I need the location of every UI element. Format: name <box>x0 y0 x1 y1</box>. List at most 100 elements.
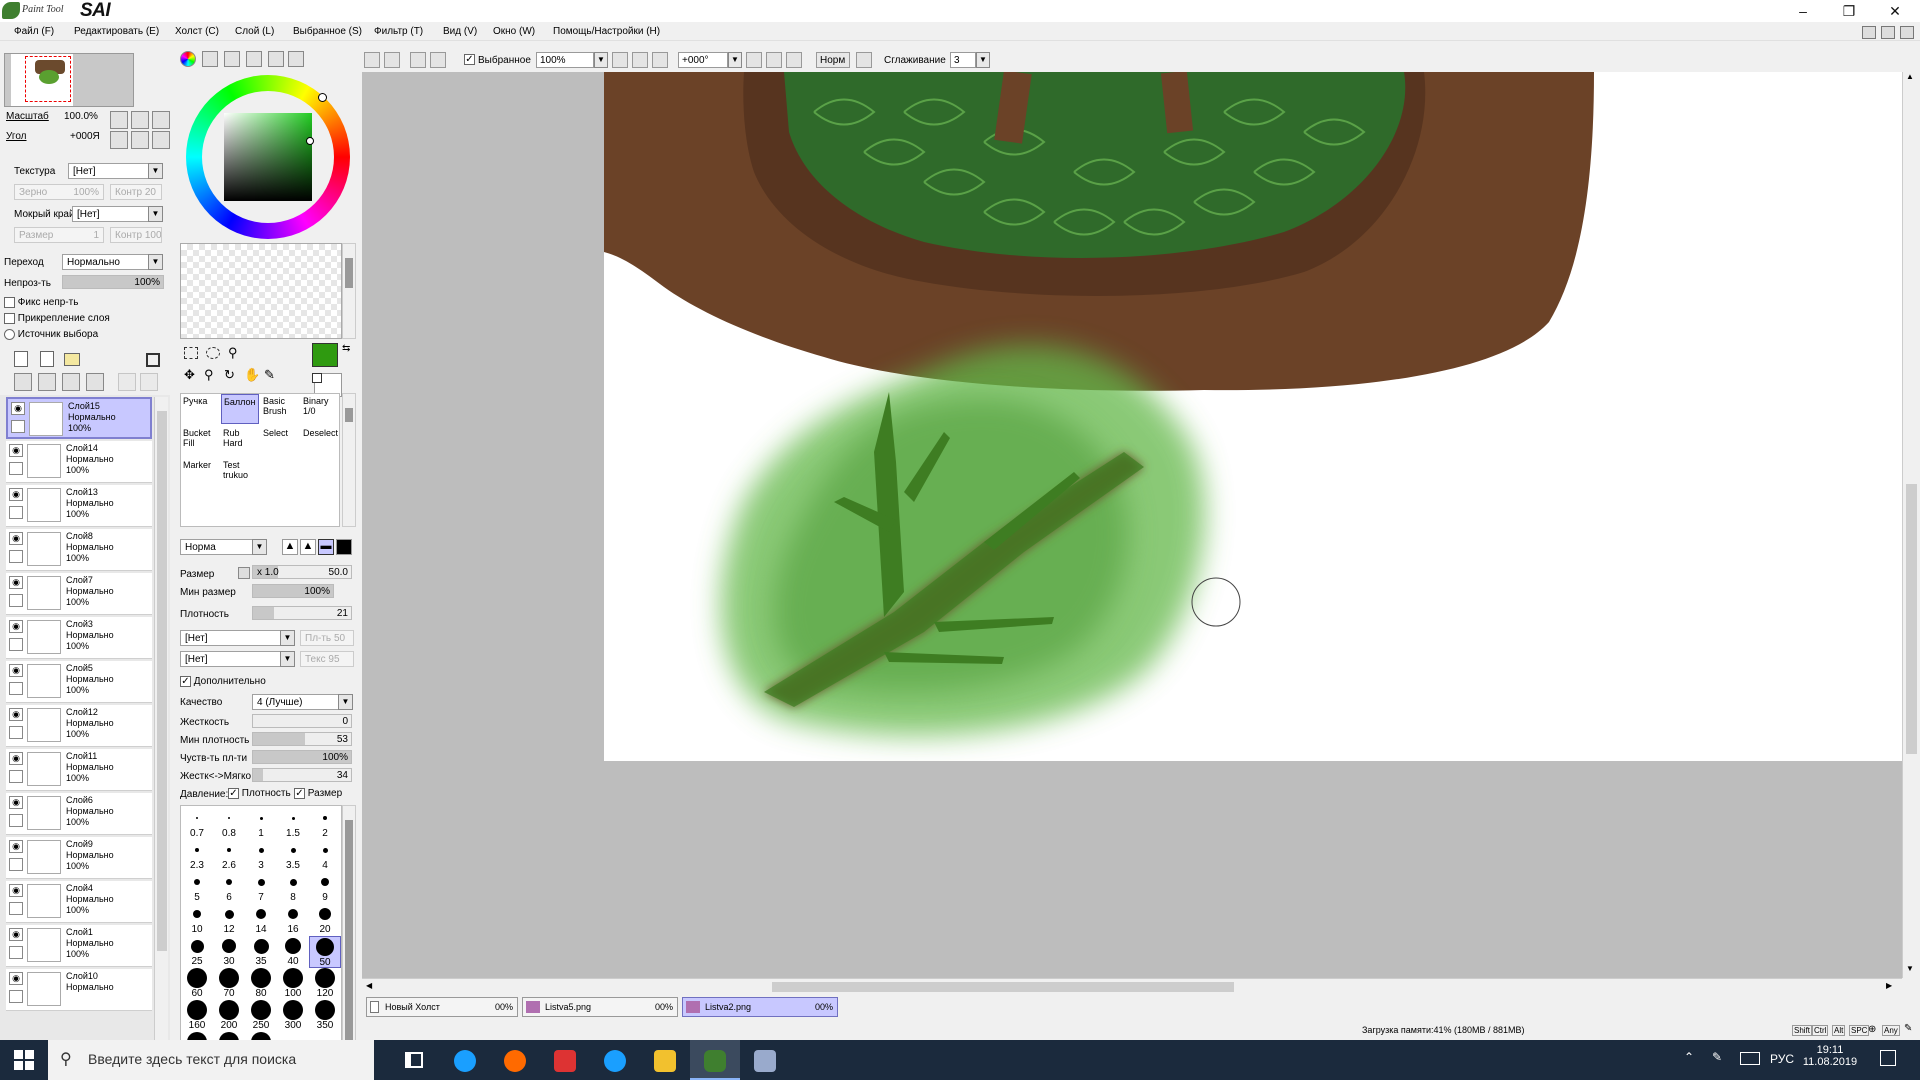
hsv-slider-mode-icon[interactable] <box>224 51 240 67</box>
brush-tool-8[interactable]: Marker <box>181 458 219 488</box>
hard-soft-slider[interactable]: 34 <box>252 768 352 782</box>
layer-lock-icon[interactable] <box>9 858 23 871</box>
selection-source-checkbox[interactable]: Источник выбора <box>4 329 98 340</box>
zoom-reset-icon[interactable] <box>652 52 668 68</box>
keyboard-tray-icon[interactable] <box>1740 1052 1760 1065</box>
brush-size-preset[interactable]: 4 <box>309 840 341 872</box>
brush-size-preset[interactable]: 300 <box>277 1000 309 1032</box>
firefox-icon[interactable] <box>504 1050 526 1072</box>
layer-row[interactable]: ◉ Слой4 Нормально 100% <box>6 881 152 923</box>
transparent-color-icon[interactable] <box>312 373 322 383</box>
layer-visibility-icon[interactable]: ◉ <box>9 928 23 941</box>
min-size-slider[interactable]: 100% <box>252 584 334 598</box>
color-square[interactable] <box>224 113 312 201</box>
brush-shape1-field[interactable]: [Нет] <box>180 630 292 646</box>
brush-size-preset[interactable]: 160 <box>181 1000 213 1032</box>
brush-texture-dropdown[interactable]: ▼ <box>280 651 295 667</box>
brush-tool-0[interactable]: Ручка <box>181 394 219 424</box>
brush-size-preset[interactable]: 35 <box>245 936 277 968</box>
deselect-icon[interactable] <box>410 52 426 68</box>
selection-checkbox[interactable] <box>464 54 475 65</box>
drawing-canvas[interactable] <box>604 72 1902 761</box>
min-density-slider[interactable]: 53 <box>252 732 352 746</box>
smoothing-dropdown[interactable]: ▼ <box>976 52 990 68</box>
scratchpad-mode-icon[interactable] <box>288 51 304 67</box>
paint-app-icon[interactable] <box>754 1050 776 1072</box>
scroll-down-icon[interactable]: ▼ <box>1906 964 1914 973</box>
brush-size-preset[interactable]: 60 <box>181 968 213 1000</box>
brush-size-preset[interactable]: 0.8 <box>213 808 245 840</box>
hand-icon[interactable]: ✋ <box>244 367 260 383</box>
brush-size-preset[interactable]: 120 <box>309 968 341 1000</box>
tool-grid-scrollbar[interactable] <box>342 393 356 527</box>
brush-size-preset[interactable]: 5 <box>181 872 213 904</box>
magic-wand-icon[interactable]: ⚲ <box>228 345 238 361</box>
layer-scrollbar[interactable] <box>154 397 168 1047</box>
scroll-up-icon[interactable]: ▲ <box>1906 72 1914 81</box>
invert-selection-icon[interactable] <box>430 52 446 68</box>
density-slider[interactable]: 21 <box>252 606 352 620</box>
texture-field[interactable]: [Нет] <box>68 163 156 179</box>
opacity-slider[interactable]: 100% <box>62 275 164 289</box>
layer-visibility-icon[interactable]: ◉ <box>9 444 23 457</box>
brush-size-preset[interactable]: 9 <box>309 872 341 904</box>
layer-visibility-icon[interactable]: ◉ <box>9 620 23 633</box>
layer-lock-icon[interactable] <box>9 506 23 519</box>
layer-row[interactable]: ◉ Слой8 Нормально 100% <box>6 529 152 571</box>
close-button[interactable]: ✕ <box>1872 0 1918 22</box>
brush-tool-9[interactable]: Test trukuo <box>221 458 259 488</box>
brush-size-preset[interactable]: 1 <box>245 808 277 840</box>
doc-tab-new-canvas[interactable]: Новый Холст 00% <box>366 997 518 1017</box>
layer-lock-icon[interactable] <box>11 420 25 433</box>
nav-rotate-left-icon[interactable] <box>110 131 128 149</box>
brush-size-preset[interactable]: 200 <box>213 1000 245 1032</box>
menu-edit[interactable]: Редактировать (E) <box>74 26 159 37</box>
layer-visibility-icon[interactable]: ◉ <box>9 840 23 853</box>
merge-down-icon[interactable] <box>38 373 56 391</box>
brush-size-preset[interactable]: 10 <box>181 904 213 936</box>
brush-size-preset[interactable]: 80 <box>245 968 277 1000</box>
steam2-icon[interactable] <box>604 1050 626 1072</box>
canvas-hscroll[interactable]: ◀ ▶ <box>362 978 1902 994</box>
menu-file[interactable]: Файл (F) <box>14 26 54 37</box>
brush-tool-2[interactable]: Basic Brush <box>261 394 299 424</box>
layer-visibility-icon[interactable]: ◉ <box>9 488 23 501</box>
scratchpad-scrollbar[interactable] <box>342 243 356 339</box>
brush-size-preset[interactable]: 7 <box>245 872 277 904</box>
brush-mode-field[interactable]: Норма <box>180 539 254 555</box>
layer-visibility-icon[interactable]: ◉ <box>9 532 23 545</box>
layer-visibility-icon[interactable]: ◉ <box>9 972 23 985</box>
brush-size-preset[interactable]: 3 <box>245 840 277 872</box>
layer-row[interactable]: ◉ Слой6 Нормально 100% <box>6 793 152 835</box>
nav-rotate-reset-icon[interactable] <box>152 131 170 149</box>
zoom-icon[interactable]: ⚲ <box>204 367 214 383</box>
brush-tool-5[interactable]: Rub Hard <box>221 426 259 456</box>
layer-row[interactable]: ◉ Слой3 Нормально 100% <box>6 617 152 659</box>
rotate-icon[interactable]: ↻ <box>224 367 235 383</box>
brush-size-preset[interactable]: 2 <box>309 808 341 840</box>
brush-size-scrollbar[interactable] <box>342 805 356 1055</box>
color-wheel-mode-icon[interactable] <box>180 51 196 67</box>
smoothing-field[interactable]: 3 <box>950 52 976 68</box>
clear-layer-icon[interactable] <box>62 373 80 391</box>
doc-tab-listva2[interactable]: Listva2.png 00% <box>682 997 838 1017</box>
brush-size-preset[interactable]: 100 <box>277 968 309 1000</box>
brush-tool-1[interactable]: Баллон <box>221 394 259 424</box>
menu-filter[interactable]: Фильтр (T) <box>374 26 423 37</box>
brush-size-preset[interactable]: 25 <box>181 936 213 968</box>
zoom-field[interactable]: 100% <box>536 52 594 68</box>
blend-field[interactable]: Нормально <box>62 254 156 270</box>
primary-color-swatch[interactable] <box>312 343 338 367</box>
layer-visibility-icon[interactable]: ◉ <box>9 664 23 677</box>
tray-chevron-icon[interactable]: ⌃ <box>1684 1050 1694 1064</box>
brush-shape3-icon[interactable]: ▬ <box>318 539 334 555</box>
brush-tool-3[interactable]: Binary 1/0 <box>301 394 339 424</box>
wet-edge-dropdown[interactable]: ▼ <box>148 206 163 222</box>
rotate-right-icon[interactable] <box>766 52 782 68</box>
mdi-restore-button[interactable] <box>1881 26 1895 39</box>
layer-visibility-icon[interactable]: ◉ <box>9 884 23 897</box>
brush-size-preset[interactable]: 3.5 <box>277 840 309 872</box>
layer-visibility-icon[interactable]: ◉ <box>9 576 23 589</box>
scroll-right-icon[interactable]: ▶ <box>1886 981 1892 990</box>
layer-lock-icon[interactable] <box>9 902 23 915</box>
